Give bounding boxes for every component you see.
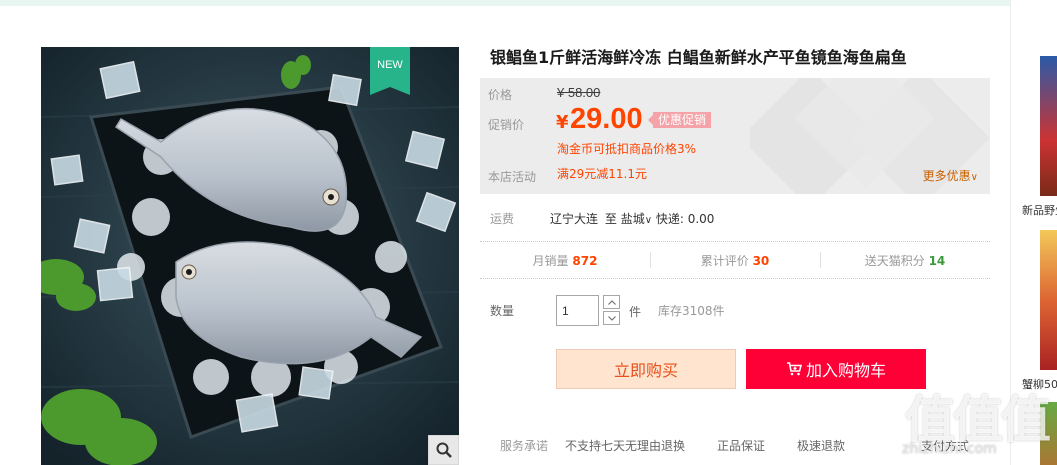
divider <box>480 278 990 279</box>
watermark-url: zhizhizhi.com <box>902 441 997 457</box>
product-page: NEW 银鲳鱼1斤鲜活海鲜冷冻 白鲳鱼新鲜水产平鱼镜鱼海鱼扁鱼 价格 ¥ 58.… <box>0 0 1057 465</box>
service-item[interactable]: 不支持七天无理由退换 <box>565 437 685 454</box>
shipping-label: 运费 <box>490 212 515 226</box>
cart-icon <box>786 362 802 376</box>
shipping-dest-city[interactable]: 盐城 <box>621 212 645 226</box>
stat-label: 累计评价 <box>700 253 749 268</box>
shipping-origin: 辽宁大连 <box>550 212 599 226</box>
service-label: 服务承诺 <box>500 439 549 453</box>
store-activity-text[interactable]: 满29元减11.1元 <box>557 165 647 182</box>
quantity-label: 数量 <box>490 304 515 318</box>
quantity-increase-button[interactable] <box>603 295 620 309</box>
more-deals-label: 更多优惠 <box>922 169 971 183</box>
stat-value: 872 <box>572 253 598 268</box>
stock-count: 库存3108件 <box>658 304 725 318</box>
stat-tmall-points: 送天猫积分 14 <box>820 251 990 269</box>
sales-stats: 月销量 872 累计评价 30 送天猫积分 14 <box>480 242 990 278</box>
promo-currency: ¥ <box>556 112 569 133</box>
zoom-button[interactable] <box>428 435 459 465</box>
chevron-down-icon <box>607 315 616 321</box>
shipping-to: 至 <box>604 212 617 226</box>
product-main-image[interactable] <box>41 47 459 465</box>
recommend-item-image[interactable] <box>1040 230 1057 370</box>
taojinbi-note[interactable]: 淘金币可抵扣商品价格3% <box>557 140 696 157</box>
add-to-cart-label: 加入购物车 <box>805 361 886 380</box>
price-panel: 价格 ¥ 58.00 促销价 ¥ 29.00 优惠促销 淘金币可抵扣商品价格3%… <box>480 78 990 194</box>
stat-label: 月销量 <box>532 253 569 268</box>
quantity-unit: 件 <box>629 305 642 319</box>
stat-label: 送天猫积分 <box>864 253 925 268</box>
original-price: ¥ 58.00 <box>557 85 601 100</box>
top-category-strip <box>0 0 1010 6</box>
buy-now-button[interactable]: 立即购买 <box>556 349 736 389</box>
promo-price: 29.00 <box>570 103 643 135</box>
stat-total-reviews[interactable]: 累计评价 30 <box>650 251 820 269</box>
chevron-down-icon: ∨ <box>644 215 653 226</box>
service-item[interactable]: 极速退款 <box>797 437 845 454</box>
quantity-decrease-button[interactable] <box>603 311 620 325</box>
promo-tag: 优惠促销 <box>647 112 712 128</box>
product-title: 银鲳鱼1斤鲜活海鲜冷冻 白鲳鱼新鲜水产平鱼镜鱼海鱼扁鱼 <box>490 48 907 67</box>
promo-price-label: 促销价 <box>488 118 525 132</box>
service-item[interactable]: 正品保证 <box>717 437 765 454</box>
chevron-down-icon: ∨ <box>970 172 978 183</box>
add-to-cart-button[interactable]: 加入购物车 <box>746 349 926 389</box>
stat-value: 30 <box>752 253 770 268</box>
shipping-fee: 快递: 0.00 <box>655 212 715 226</box>
magnifier-icon <box>436 442 452 458</box>
recommend-item-image[interactable] <box>1040 56 1057 196</box>
price-label: 价格 <box>488 88 513 102</box>
chevron-up-icon <box>607 299 616 305</box>
quantity-input[interactable] <box>556 295 599 326</box>
fish-on-ice-photo <box>41 47 459 465</box>
new-badge: NEW <box>370 47 410 95</box>
stat-monthly-sales: 月销量 872 <box>480 252 650 269</box>
shipping-row: 运费 辽宁大连 至 盐城∨ 快递: 0.00 <box>490 210 714 227</box>
more-deals-link[interactable]: 更多优惠∨ <box>923 167 978 184</box>
store-activity-label: 本店活动 <box>488 170 537 184</box>
recommend-item-title[interactable]: 新品野生 <box>1022 202 1057 218</box>
stat-value: 14 <box>928 253 946 268</box>
shipping-destination[interactable]: 辽宁大连 至 盐城∨ 快递: 0.00 <box>550 210 714 227</box>
